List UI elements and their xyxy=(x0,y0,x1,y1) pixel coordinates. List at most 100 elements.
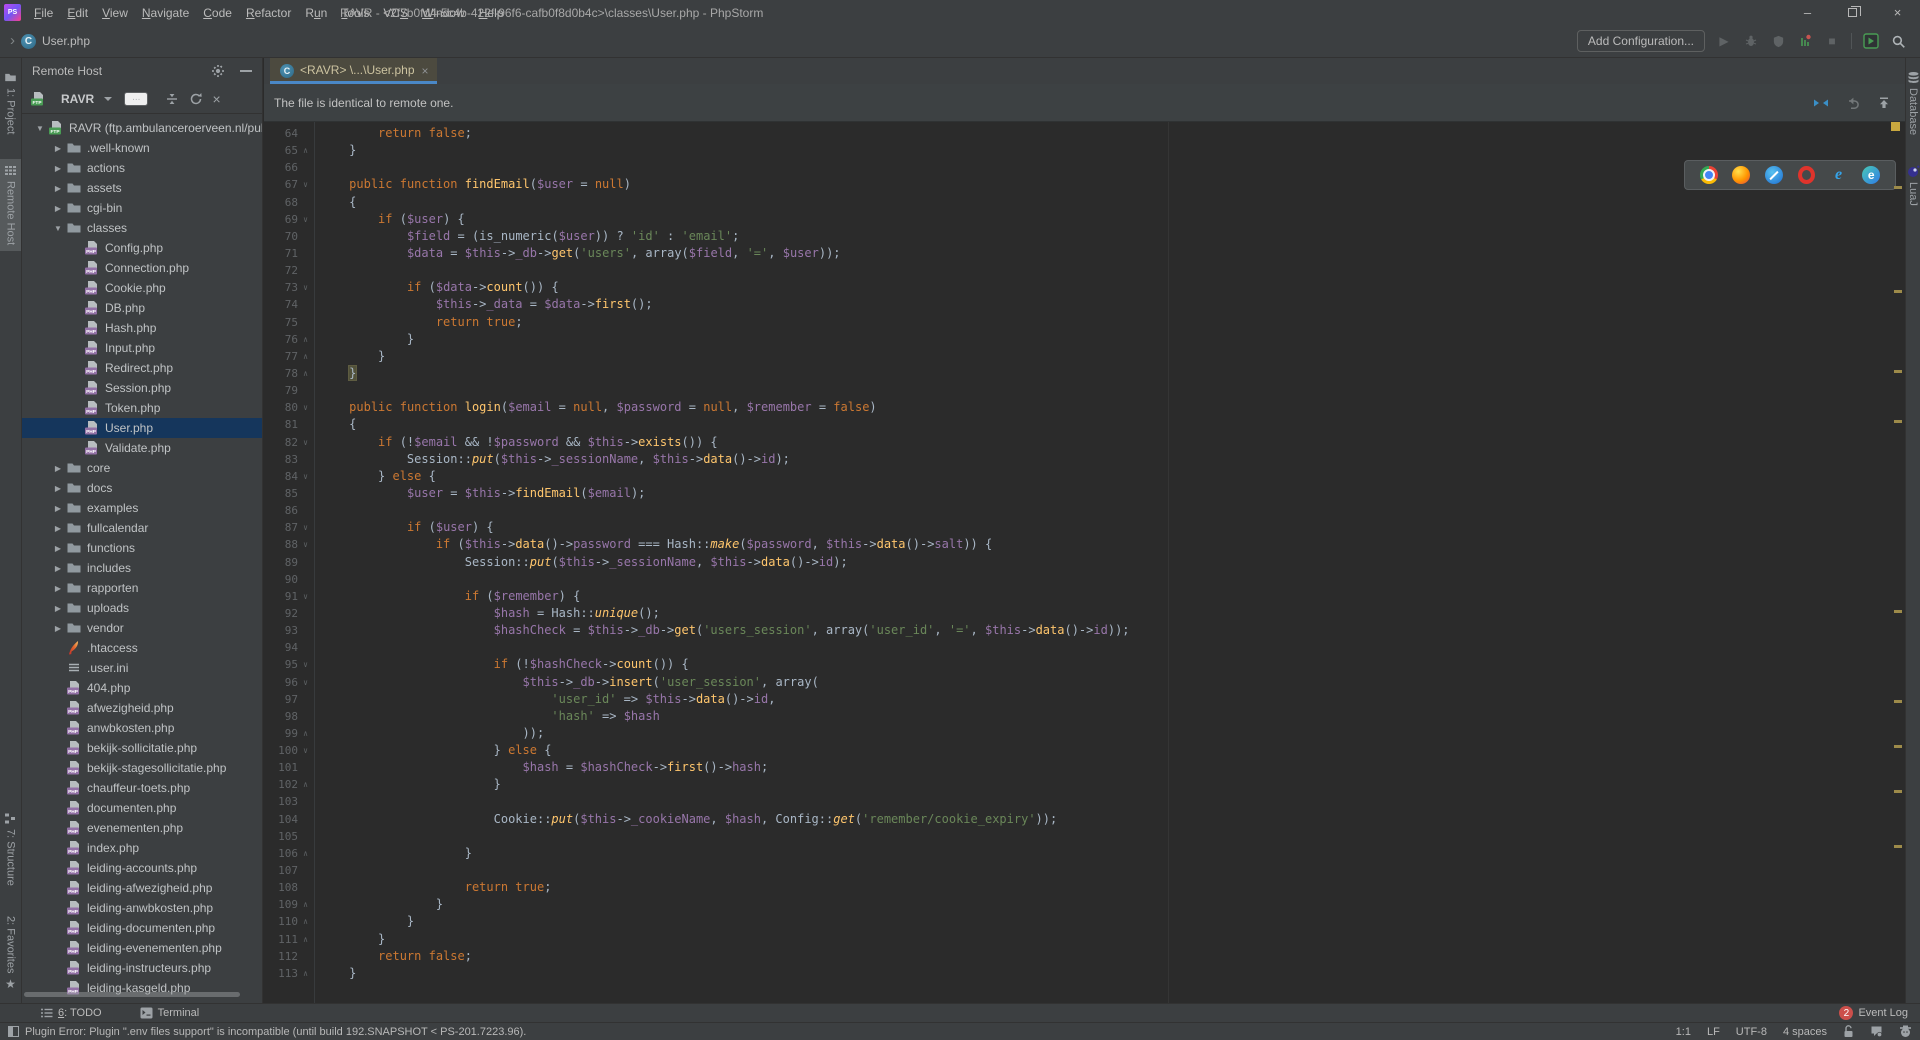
tree-item-.well-known[interactable]: ▶.well-known xyxy=(22,138,262,158)
run-with-coverage-icon[interactable] xyxy=(1770,33,1786,49)
rollback-icon[interactable] xyxy=(1845,96,1861,110)
edge-browser-icon[interactable]: e xyxy=(1862,166,1880,184)
restore-button[interactable] xyxy=(1830,0,1875,25)
fold-marker-icon[interactable]: ∨ xyxy=(298,176,313,193)
tree-item-bekijk-sollicitatie.php[interactable]: PHPbekijk-sollicitatie.php xyxy=(22,738,262,758)
tree-item-redirect.php[interactable]: PHPRedirect.php xyxy=(22,358,262,378)
tree-item-leiding-evenementen.php[interactable]: PHPleiding-evenementen.php xyxy=(22,938,262,958)
tree-item-fullcalendar[interactable]: ▶fullcalendar xyxy=(22,518,262,538)
tool-stripe-remote-host[interactable]: Remote Host xyxy=(0,159,21,250)
chrome-browser-icon[interactable] xyxy=(1700,166,1718,184)
status-message[interactable]: Plugin Error: Plugin ".env files support… xyxy=(25,1026,526,1038)
fold-marker-icon[interactable]: ∧ xyxy=(298,845,313,862)
tree-item-leiding-anwbkosten.php[interactable]: PHPleiding-anwbkosten.php xyxy=(22,898,262,918)
sync-compare-icon[interactable] xyxy=(1813,96,1829,110)
tree-item-hash.php[interactable]: PHPHash.php xyxy=(22,318,262,338)
indent-style[interactable]: 4 spaces xyxy=(1783,1026,1827,1038)
firefox-browser-icon[interactable] xyxy=(1732,166,1750,184)
tree-collapsed-arrow-icon[interactable]: ▶ xyxy=(50,204,66,213)
tree-collapsed-arrow-icon[interactable]: ▶ xyxy=(50,564,66,573)
tree-item-index.php[interactable]: PHPindex.php xyxy=(22,838,262,858)
profiler-icon[interactable] xyxy=(1797,33,1813,49)
tree-collapsed-arrow-icon[interactable]: ▶ xyxy=(50,164,66,173)
tree-item-leiding-afwezigheid.php[interactable]: PHPleiding-afwezigheid.php xyxy=(22,878,262,898)
tree-item-input.php[interactable]: PHPInput.php xyxy=(22,338,262,358)
fold-marker-icon[interactable]: ∧ xyxy=(298,896,313,913)
fold-marker-icon[interactable]: ∧ xyxy=(298,913,313,930)
tool-stripe-7-structure[interactable]: 7: Structure xyxy=(0,807,21,891)
warning-stripe-mark[interactable] xyxy=(1894,420,1902,423)
menu-code[interactable]: Code xyxy=(196,4,239,22)
tree-expanded-arrow-icon[interactable]: ▼ xyxy=(32,124,48,133)
debug-icon[interactable] xyxy=(1743,33,1759,49)
tree-item-rapporten[interactable]: ▶rapporten xyxy=(22,578,262,598)
tree-collapsed-arrow-icon[interactable]: ▶ xyxy=(50,504,66,513)
tree-item-assets[interactable]: ▶assets xyxy=(22,178,262,198)
caret-position[interactable]: 1:1 xyxy=(1676,1026,1691,1038)
tree-item-functions[interactable]: ▶functions xyxy=(22,538,262,558)
fold-marker-icon[interactable]: ∨ xyxy=(298,279,313,296)
tree-item-leiding-instructeurs.php[interactable]: PHPleiding-instructeurs.php xyxy=(22,958,262,978)
toggle-toolwindows-icon[interactable] xyxy=(8,1026,19,1037)
add-configuration-button[interactable]: Add Configuration... xyxy=(1577,30,1705,52)
chevron-down-icon[interactable] xyxy=(104,97,112,101)
tree-item-token.php[interactable]: PHPToken.php xyxy=(22,398,262,418)
inspection-status-indicator[interactable] xyxy=(1891,122,1900,131)
refresh-icon[interactable] xyxy=(188,91,204,107)
upload-to-remote-icon[interactable] xyxy=(1877,96,1891,110)
close-panel-icon[interactable]: × xyxy=(212,91,220,107)
editor-tab-user-php[interactable]: C <RAVR> \...\User.php × xyxy=(270,58,437,84)
tree-item-evenementen.php[interactable]: PHPevenementen.php xyxy=(22,818,262,838)
close-tab-icon[interactable]: × xyxy=(422,64,429,78)
tree-collapsed-arrow-icon[interactable]: ▶ xyxy=(50,464,66,473)
fold-marker-icon[interactable]: ∧ xyxy=(298,331,313,348)
tree-item-chauffeur-toets.php[interactable]: PHPchauffeur-toets.php xyxy=(22,778,262,798)
tree-item-config.php[interactable]: PHPConfig.php xyxy=(22,238,262,258)
fold-marker-icon[interactable]: ∨ xyxy=(298,468,313,485)
warning-stripe-mark[interactable] xyxy=(1894,186,1902,189)
tree-item-leiding-documenten.php[interactable]: PHPleiding-documenten.php xyxy=(22,918,262,938)
close-button[interactable]: × xyxy=(1875,0,1920,25)
breadcrumb-file[interactable]: User.php xyxy=(42,34,90,48)
menu-view[interactable]: View xyxy=(95,4,135,22)
fold-marker-icon[interactable]: ∨ xyxy=(298,656,313,673)
fold-marker-icon[interactable]: ∧ xyxy=(298,348,313,365)
fold-marker-icon[interactable]: ∧ xyxy=(298,965,313,982)
fold-marker-icon[interactable]: ∨ xyxy=(298,588,313,605)
stop-icon[interactable]: ■ xyxy=(1824,33,1840,49)
tree-item-actions[interactable]: ▶actions xyxy=(22,158,262,178)
tree-item-vendor[interactable]: ▶vendor xyxy=(22,618,262,638)
tree-item-uploads[interactable]: ▶uploads xyxy=(22,598,262,618)
tree-item-afwezigheid.php[interactable]: PHPafwezigheid.php xyxy=(22,698,262,718)
tree-item-core[interactable]: ▶core xyxy=(22,458,262,478)
tree-item-.htaccess[interactable]: .htaccess xyxy=(22,638,262,658)
tree-item-anwbkosten.php[interactable]: PHPanwbkosten.php xyxy=(22,718,262,738)
tree-collapsed-arrow-icon[interactable]: ▶ xyxy=(50,624,66,633)
tree-collapsed-arrow-icon[interactable]: ▶ xyxy=(50,524,66,533)
search-everywhere-icon[interactable] xyxy=(1890,33,1906,49)
minimize-button[interactable]: – xyxy=(1785,0,1830,25)
warning-stripe-mark[interactable] xyxy=(1894,700,1902,703)
lock-icon[interactable] xyxy=(1843,1025,1854,1038)
warning-stripe-mark[interactable] xyxy=(1894,845,1902,848)
warning-stripe-mark[interactable] xyxy=(1894,790,1902,793)
tree-collapsed-arrow-icon[interactable]: ▶ xyxy=(50,544,66,553)
opera-browser-icon[interactable] xyxy=(1798,166,1815,184)
collapse-all-icon[interactable] xyxy=(164,91,180,107)
tool-stripe-database[interactable]: Database xyxy=(1907,66,1920,140)
tree-item-classes[interactable]: ▼classes xyxy=(22,218,262,238)
toolwindow-terminal[interactable]: Terminal xyxy=(140,1007,200,1019)
tree-expanded-arrow-icon[interactable]: ▼ xyxy=(50,224,66,233)
warning-stripe-mark[interactable] xyxy=(1894,745,1902,748)
tree-item-cookie.php[interactable]: PHPCookie.php xyxy=(22,278,262,298)
hide-panel-icon[interactable] xyxy=(240,70,252,72)
fold-marker-icon[interactable]: ∨ xyxy=(298,674,313,691)
event-log-button[interactable]: 2 Event Log xyxy=(1839,1006,1908,1020)
tree-collapsed-arrow-icon[interactable]: ▶ xyxy=(50,184,66,193)
fold-marker-icon[interactable]: ∨ xyxy=(298,536,313,553)
tree-item-session.php[interactable]: PHPSession.php xyxy=(22,378,262,398)
run-anything-icon[interactable] xyxy=(1863,33,1879,49)
fold-marker-icon[interactable]: ∨ xyxy=(298,211,313,228)
fold-marker-icon[interactable]: ∧ xyxy=(298,931,313,948)
server-selector[interactable]: RAVR xyxy=(61,92,94,106)
